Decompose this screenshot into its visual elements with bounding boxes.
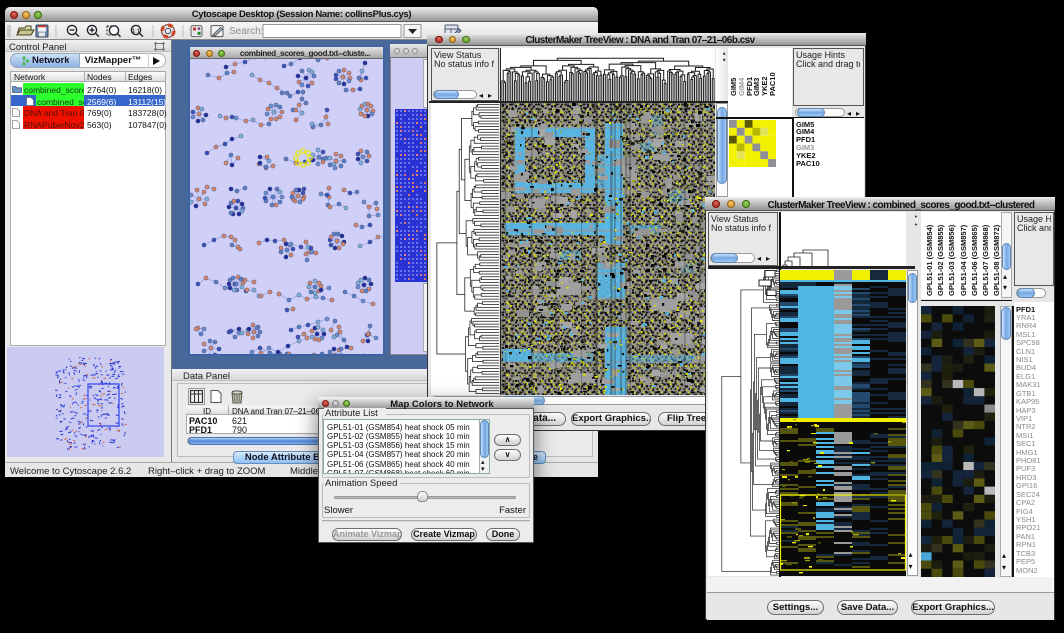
svg-text:1:1: 1:1	[132, 28, 140, 34]
svg-text:Search:: Search:	[229, 26, 263, 37]
